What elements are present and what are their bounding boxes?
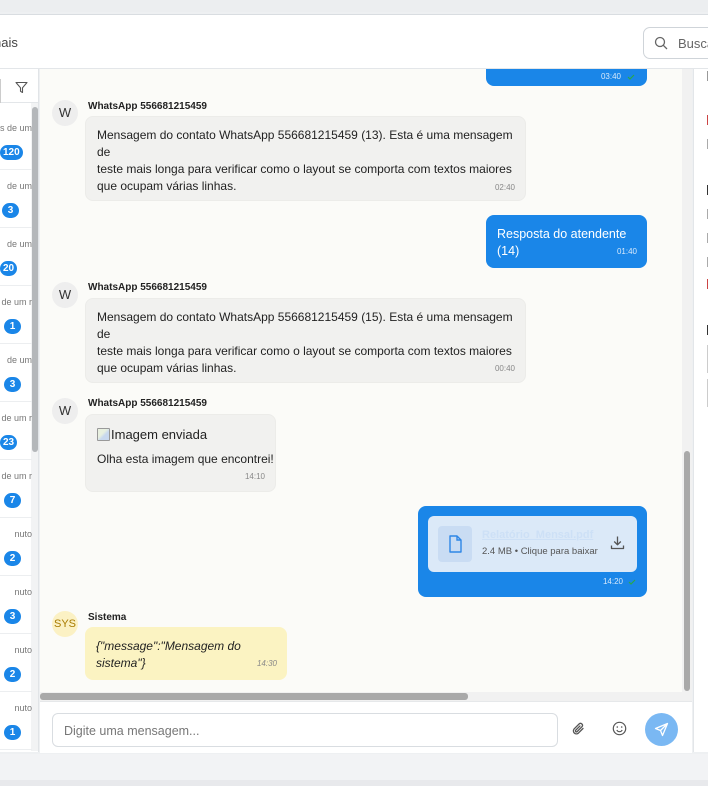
unread-badge: 1 bbox=[4, 319, 21, 334]
read-check-icon bbox=[627, 74, 635, 80]
conversation-item[interactable]: de um 3 bbox=[0, 345, 32, 402]
conversation-item[interactable]: de um r 23 bbox=[0, 403, 32, 460]
conversation-filter-bar bbox=[0, 69, 38, 103]
unread-badge: 23 bbox=[0, 435, 18, 450]
window-top-band bbox=[0, 0, 708, 12]
unread-badge: 120 bbox=[0, 145, 23, 160]
file-name[interactable]: Relatório_Mensal.pdf bbox=[482, 529, 593, 541]
send-button[interactable] bbox=[645, 713, 678, 746]
chat-horizontal-scrollbar[interactable] bbox=[40, 693, 468, 700]
message-input-placeholder: Digite uma mensagem... bbox=[64, 724, 200, 738]
image-attachment[interactable]: Imagem enviada bbox=[97, 427, 207, 442]
channels-label: nais bbox=[0, 35, 18, 50]
message-time: 14:20 bbox=[602, 577, 623, 586]
message-time: 03:40 bbox=[600, 72, 621, 81]
conversation-item[interactable]: de um 20 bbox=[0, 229, 32, 286]
conversation-list-scrollbar[interactable] bbox=[32, 107, 38, 452]
message-bubble-incoming: Imagem enviada Olha esta imagem que enco… bbox=[85, 414, 276, 492]
system-avatar: SYS bbox=[52, 611, 78, 637]
unread-badge: 3 bbox=[4, 377, 21, 392]
message-sender: WhatsApp 556681215459 bbox=[88, 282, 207, 293]
paperclip-icon[interactable] bbox=[572, 721, 586, 737]
file-meta: 2.4 MB • Clique para baixar bbox=[482, 546, 598, 557]
conversation-snippet: nuto bbox=[14, 645, 32, 655]
search-input[interactable]: Buscar bbox=[643, 27, 708, 59]
conversation-snippet: de um bbox=[6, 181, 32, 191]
conversation-snippet: de um bbox=[6, 355, 32, 365]
conversation-item[interactable]: de um 3 bbox=[0, 171, 32, 228]
conversation-snippet: nuto bbox=[14, 587, 32, 597]
message-time: 02:40 bbox=[494, 183, 515, 192]
conversation-snippet: de um bbox=[6, 239, 32, 249]
conversation-snippet: nuto bbox=[14, 703, 32, 713]
message-bubble-outgoing: 03:40 bbox=[486, 69, 647, 86]
unread-badge: 3 bbox=[4, 609, 21, 624]
message-text: Mensagem do contato WhatsApp 55668121545… bbox=[97, 128, 513, 193]
download-icon[interactable] bbox=[610, 535, 625, 550]
message-sender: WhatsApp 556681215459 bbox=[88, 398, 207, 409]
search-placeholder: Buscar bbox=[678, 36, 708, 51]
conversation-item[interactable]: nuto 3 bbox=[0, 577, 32, 634]
image-alt-text: Imagem enviada bbox=[111, 427, 208, 442]
message-bubble-incoming: Mensagem do contato WhatsApp 55668121545… bbox=[85, 116, 526, 201]
unread-badge: 2 bbox=[4, 551, 21, 566]
conversation-snippet: de um r bbox=[1, 413, 32, 423]
conversation-snippet: s de um bbox=[0, 123, 32, 133]
unread-badge: 20 bbox=[0, 261, 18, 276]
search-icon bbox=[654, 36, 668, 50]
window-bottom-band bbox=[0, 754, 708, 786]
unread-badge: 2 bbox=[4, 667, 21, 682]
conversation-item[interactable]: de um r 1 bbox=[0, 287, 32, 344]
message-bubble-outgoing: Relatório_Mensal.pdf 2.4 MB • Clique par… bbox=[418, 506, 647, 597]
divider bbox=[0, 79, 1, 103]
message-caption: Olha esta imagem que encontrei! bbox=[97, 452, 274, 466]
conversation-item[interactable]: nuto 2 bbox=[0, 519, 32, 576]
broken-image-icon bbox=[97, 428, 110, 441]
conversation-item[interactable]: de um r 7 bbox=[0, 461, 32, 518]
send-icon bbox=[654, 722, 669, 737]
file-icon bbox=[438, 526, 472, 562]
conversation-snippet: nuto bbox=[14, 529, 32, 539]
contact-avatar: W bbox=[52, 398, 78, 424]
message-time: 14:10 bbox=[244, 472, 265, 481]
conversation-snippet: de um r bbox=[1, 297, 32, 307]
message-sender: Sistema bbox=[88, 612, 127, 623]
emoji-icon[interactable] bbox=[612, 721, 627, 736]
unread-badge: 3 bbox=[2, 203, 19, 218]
unread-badge: 1 bbox=[4, 725, 21, 740]
message-text: Mensagem do contato WhatsApp 55668121545… bbox=[97, 310, 513, 375]
message-composer: Digite uma mensagem... bbox=[40, 701, 692, 753]
message-bubble-outgoing: Resposta do atendente (14) 01:40 bbox=[486, 215, 647, 268]
chat-messages-area: 03:40 W WhatsApp 556681215459 Mensagem d… bbox=[40, 69, 692, 694]
message-input[interactable]: Digite uma mensagem... bbox=[52, 713, 558, 747]
message-time: 00:40 bbox=[494, 364, 515, 373]
conversation-item[interactable]: s de um 120 bbox=[0, 113, 32, 170]
message-time: 01:40 bbox=[616, 247, 637, 256]
message-bubble-system: {"message":"Mensagem do sistema"} 14:30 bbox=[85, 627, 287, 680]
conversation-item[interactable]: nuto 1 bbox=[0, 693, 32, 750]
unread-badge: 7 bbox=[4, 493, 21, 508]
conversation-item[interactable]: nuto 2 bbox=[0, 635, 32, 692]
file-attachment[interactable]: Relatório_Mensal.pdf 2.4 MB • Clique par… bbox=[428, 516, 637, 572]
chat-vertical-scrollbar[interactable] bbox=[684, 451, 690, 691]
conversation-snippet: de um r bbox=[1, 471, 32, 481]
message-bubble-incoming: Mensagem do contato WhatsApp 55668121545… bbox=[85, 298, 526, 383]
app-header: nais Buscar bbox=[0, 14, 708, 69]
contact-avatar: W bbox=[52, 100, 78, 126]
contact-avatar: W bbox=[52, 282, 78, 308]
message-sender: WhatsApp 556681215459 bbox=[88, 101, 207, 112]
message-time: 14:30 bbox=[256, 659, 277, 668]
filter-icon[interactable] bbox=[15, 81, 28, 94]
conversation-list: s de um 120 de um 3 de um 20 de um r 1 de um 3 de … bbox=[0, 69, 39, 752]
contact-details-panel bbox=[693, 69, 708, 752]
read-check-icon bbox=[628, 579, 636, 585]
